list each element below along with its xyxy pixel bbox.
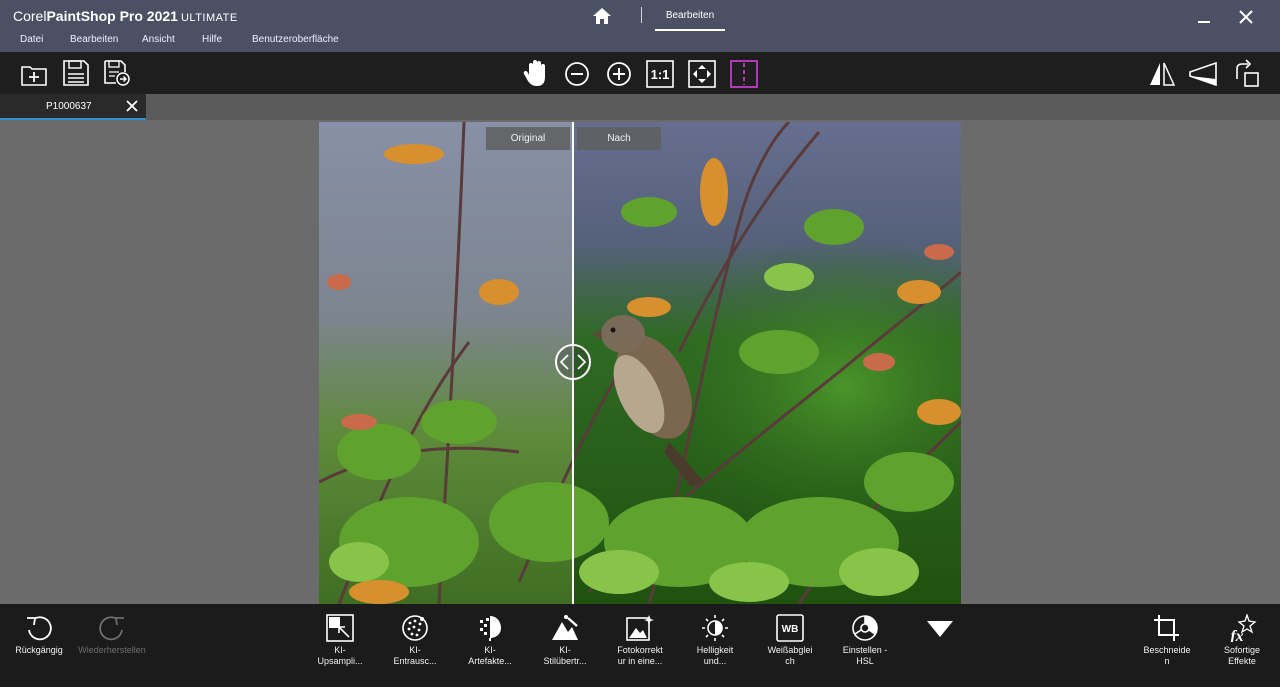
- undo-button[interactable]: Rückgängig: [0, 614, 78, 656]
- photo-correction-icon: [626, 615, 654, 641]
- title-bar: CorelPaintShop Pro 2021 ULTIMATE Bearbeit…: [0, 0, 1280, 52]
- redo-label: Wiederherstellen: [78, 645, 146, 655]
- split-compare-icon[interactable]: [729, 59, 759, 89]
- main-toolbar: 1:1: [0, 52, 1280, 94]
- close-window-icon[interactable]: [1235, 6, 1257, 28]
- perspective-icon[interactable]: [1188, 59, 1218, 89]
- flip-icon[interactable]: [1147, 59, 1177, 89]
- menu-bearbeiten[interactable]: Bearbeiten: [70, 34, 118, 45]
- app-brand: CorelPaintShop Pro 2021 ULTIMATE: [13, 8, 238, 24]
- workspace: Original Nach: [0, 120, 1280, 604]
- minimize-icon[interactable]: [1193, 6, 1215, 28]
- ai-style-transfer-label: KI- Stilübertr...: [543, 645, 587, 666]
- title-separator: [641, 7, 642, 23]
- ai-artifact-removal-icon: [480, 616, 501, 641]
- white-balance-button[interactable]: WB Weißabglei ch: [751, 614, 829, 667]
- crop-icon: [1154, 615, 1179, 641]
- instant-effects-icon: fx: [1230, 614, 1257, 642]
- menu-ansicht[interactable]: Ansicht: [142, 34, 175, 45]
- photo-correction-label: Fotokorrekt ur in eine...: [617, 645, 663, 666]
- crop-label: Beschneide n: [1143, 645, 1191, 666]
- zoom-in-icon[interactable]: [604, 59, 634, 89]
- menu-benutzeroberflaeche[interactable]: Benutzeroberfläche: [252, 34, 339, 45]
- menu-datei[interactable]: Datei: [20, 34, 43, 45]
- brightness-button[interactable]: Helligkeit und...: [676, 614, 754, 667]
- ai-upsampling-icon: [326, 614, 354, 642]
- hsl-icon: [852, 615, 878, 641]
- brightness-label: Helligkeit und...: [696, 645, 734, 666]
- instant-effects-label: Sofortige Effekte: [1223, 645, 1261, 666]
- undo-icon: [27, 616, 52, 641]
- split-handle-icon[interactable]: [555, 344, 591, 380]
- ai-style-transfer-icon: [552, 615, 578, 640]
- hsl-adjust-button[interactable]: Einstellen - HSL: [826, 614, 904, 667]
- menu-hilfe[interactable]: Hilfe: [202, 34, 222, 45]
- ai-style-transfer-button[interactable]: KI- Stilübertr...: [526, 614, 604, 667]
- new-folder-icon[interactable]: [19, 59, 49, 89]
- ai-upsampling-label: KI- Upsampli...: [317, 645, 363, 666]
- document-tab-label: P1000637: [46, 101, 92, 112]
- hsl-label: Einstellen - HSL: [842, 645, 888, 666]
- after-label: Nach: [577, 127, 661, 150]
- redo-button[interactable]: Wiederherstellen: [73, 614, 151, 656]
- ai-artifact-removal-button[interactable]: KI- Artefakte...: [451, 614, 529, 667]
- ai-denoise-icon: [402, 615, 428, 641]
- photo-canvas[interactable]: Original Nach: [319, 122, 961, 604]
- before-label: Original: [486, 127, 570, 150]
- ai-upsampling-button[interactable]: KI- Upsampli...: [301, 614, 379, 667]
- white-balance-label: Weißabglei ch: [767, 645, 813, 666]
- actual-size-label: 1:1: [651, 67, 670, 82]
- crop-button[interactable]: Beschneide n: [1128, 614, 1206, 667]
- zoom-out-icon[interactable]: [562, 59, 592, 89]
- fit-to-window-icon[interactable]: [687, 59, 717, 89]
- fx-badge: fx: [1230, 628, 1243, 642]
- close-tab-icon[interactable]: [125, 99, 139, 113]
- expand-tools-icon[interactable]: [926, 620, 954, 638]
- white-balance-icon: WB: [776, 614, 804, 642]
- document-tab-strip: P1000637: [0, 94, 1280, 120]
- pan-hand-icon[interactable]: [521, 58, 551, 88]
- redo-icon: [99, 616, 124, 641]
- brand-name: PaintShop Pro 2021: [46, 8, 178, 24]
- rotate-icon[interactable]: [1231, 59, 1261, 89]
- ai-denoise-label: KI- Entrausc...: [393, 645, 437, 666]
- document-tab[interactable]: P1000637: [0, 94, 146, 120]
- ai-artifact-removal-label: KI- Artefakte...: [468, 645, 512, 666]
- tab-bearbeiten[interactable]: Bearbeiten: [655, 0, 725, 31]
- brightness-icon: [702, 615, 728, 641]
- bottom-bar: Rückgängig Wiederherstellen KI- Upsampli…: [0, 604, 1280, 687]
- save-as-icon[interactable]: [102, 58, 132, 88]
- home-icon[interactable]: [591, 6, 613, 26]
- ai-denoise-button[interactable]: KI- Entrausc...: [376, 614, 454, 667]
- brand-edition: ULTIMATE: [180, 12, 238, 24]
- actual-size-icon[interactable]: 1:1: [645, 59, 675, 89]
- save-icon[interactable]: [61, 58, 91, 88]
- photo-correction-button[interactable]: Fotokorrekt ur in eine...: [601, 614, 679, 667]
- instant-effects-button[interactable]: fx Sofortige Effekte: [1203, 614, 1280, 667]
- wb-badge: WB: [782, 624, 799, 635]
- photo-image: [319, 122, 961, 604]
- undo-label: Rückgängig: [15, 645, 63, 655]
- brand-corel: Corel: [13, 8, 47, 24]
